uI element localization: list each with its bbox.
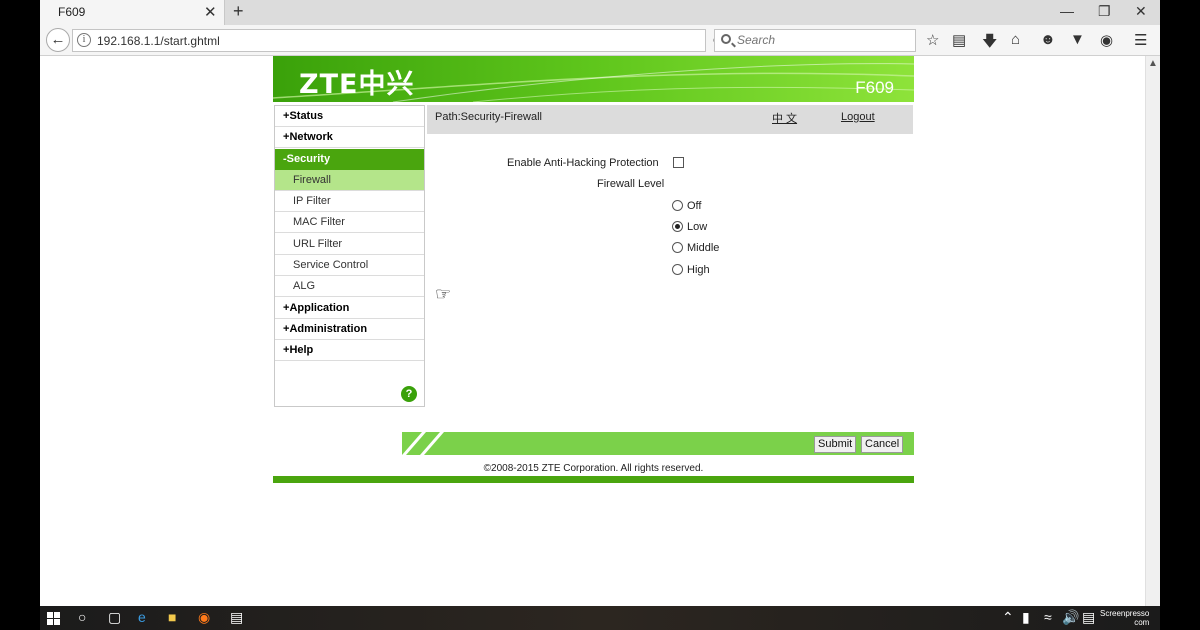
edge-icon[interactable]: e <box>138 609 146 625</box>
bottom-line <box>273 476 914 483</box>
tab-title: F609 <box>58 5 86 19</box>
radio-middle-button[interactable] <box>672 242 683 253</box>
scroll-up-icon[interactable]: ▲ <box>1148 58 1158 69</box>
submit-button[interactable]: Submit <box>814 436 857 453</box>
router-header: ZTE中兴 F609 <box>273 56 914 102</box>
anti-hacking-label: Enable Anti-Hacking Protection <box>507 157 659 169</box>
back-button[interactable]: ← <box>46 28 70 52</box>
notification-icon[interactable]: ▤ <box>1082 609 1095 626</box>
browser-window: F609 ✕ + — ❐ ✕ ← i 192.168.1.1/start.ght… <box>40 0 1160 630</box>
sidebar-item-firewall[interactable]: Firewall <box>275 170 424 191</box>
sidebar-item-help[interactable]: +Help <box>275 340 424 361</box>
notepad-icon[interactable]: ▤ <box>230 609 243 626</box>
radio-high-label: High <box>687 264 710 276</box>
url-text[interactable]: 192.168.1.1/start.ghtml <box>97 34 220 48</box>
language-link[interactable]: 中 文 <box>772 110 797 126</box>
restore-icon[interactable]: ❐ <box>1098 3 1111 20</box>
radio-high-button[interactable] <box>672 264 683 275</box>
zte-logo: ZTE中兴 <box>299 69 415 100</box>
logout-link[interactable]: Logout <box>841 111 875 123</box>
vertical-scrollbar[interactable]: ▲ <box>1145 56 1160 606</box>
volume-icon[interactable]: 🔊 <box>1062 609 1079 626</box>
close-icon[interactable]: ✕ <box>1135 3 1147 20</box>
cortana-icon[interactable]: ○ <box>78 609 86 625</box>
taskbar: ○ ▢ e ■ ◉ ▤ ⌃ ▮ ≈ 🔊 ▤ Screenpresso com <box>40 606 1160 630</box>
new-tab-icon[interactable]: + <box>233 1 244 22</box>
search-icon <box>721 34 731 44</box>
file-explorer-icon[interactable]: ■ <box>168 609 176 625</box>
menu-icon[interactable]: ☰ <box>1134 31 1147 49</box>
tab-f609[interactable]: F609 ✕ <box>40 0 225 25</box>
footer-stripe <box>402 432 444 455</box>
url-bar[interactable]: i 192.168.1.1/start.ghtml ⟳ <box>72 29 724 52</box>
radio-off-button[interactable] <box>672 200 683 211</box>
search-input[interactable] <box>737 33 907 47</box>
task-view-icon[interactable]: ▢ <box>108 609 121 626</box>
star-icon[interactable]: ☆ <box>926 31 939 49</box>
reader-icon[interactable]: ▤ <box>952 31 966 49</box>
sidebar-item-administration[interactable]: +Administration <box>275 319 424 340</box>
tab-close-icon[interactable]: ✕ <box>204 3 217 21</box>
radio-off-label: Off <box>687 200 702 212</box>
sync-icon[interactable]: ◉ <box>1100 31 1113 49</box>
pocket-icon[interactable]: ▼ <box>1070 31 1085 48</box>
info-icon[interactable]: i <box>77 33 91 47</box>
sidebar-item-ip-filter[interactable]: IP Filter <box>275 191 424 212</box>
radio-low-button[interactable] <box>672 221 683 232</box>
sidebar-item-security[interactable]: -Security <box>275 149 424 170</box>
path-bar: Path:Security-Firewall 中 文 Logout <box>427 105 913 134</box>
footer-bar: Submit Cancel <box>402 432 914 455</box>
sidebar-item-url-filter[interactable]: URL Filter <box>275 234 424 255</box>
windows-start-icon[interactable] <box>47 612 60 625</box>
firewall-settings: Enable Anti-Hacking Protection Firewall … <box>427 134 913 426</box>
sidebar-item-service-control[interactable]: Service Control <box>275 255 424 276</box>
screenpresso-watermark: Screenpresso com <box>1100 609 1150 627</box>
radio-middle-label: Middle <box>687 242 720 254</box>
router-page: ZTE中兴 F609 +Status +Network -Security Fi… <box>273 56 914 484</box>
model-name: F609 <box>855 78 894 97</box>
tab-bar: F609 ✕ + — ❐ ✕ <box>40 0 1160 25</box>
sidebar-item-mac-filter[interactable]: MAC Filter <box>275 212 424 233</box>
copyright: ©2008-2015 ZTE Corporation. All rights r… <box>483 463 704 474</box>
sidebar-item-status[interactable]: +Status <box>275 106 424 127</box>
download-icon[interactable]: 🡇 <box>982 31 997 56</box>
chevron-up-icon[interactable]: ⌃ <box>1002 609 1014 626</box>
battery-icon[interactable]: ▮ <box>1022 609 1030 626</box>
cancel-button[interactable]: Cancel <box>861 436 904 453</box>
sidebar-item-network[interactable]: +Network <box>275 127 424 148</box>
search-box[interactable] <box>714 29 916 52</box>
radio-low-label: Low <box>687 221 708 233</box>
minimize-icon[interactable]: — <box>1060 3 1074 19</box>
navigation-bar: ← i 192.168.1.1/start.ghtml ⟳ ☆ ▤ 🡇 ⌂ ☻ … <box>40 25 1160 56</box>
firefox-icon[interactable]: ◉ <box>198 609 210 626</box>
home-icon[interactable]: ⌂ <box>1011 31 1020 48</box>
sidebar-menu: +Status +Network -Security Firewall IP F… <box>274 105 425 407</box>
breadcrumb: Path:Security-Firewall <box>435 111 542 123</box>
help-icon[interactable]: ? <box>401 386 417 402</box>
emoji-icon[interactable]: ☻ <box>1040 31 1056 48</box>
hand-cursor-icon: ☞ <box>435 284 452 304</box>
sidebar-item-application[interactable]: +Application <box>275 298 424 319</box>
sidebar-item-alg[interactable]: ALG <box>275 276 424 297</box>
anti-hacking-checkbox[interactable] <box>673 157 684 168</box>
firewall-level-label: Firewall Level <box>597 178 665 190</box>
wifi-icon[interactable]: ≈ <box>1044 609 1052 625</box>
